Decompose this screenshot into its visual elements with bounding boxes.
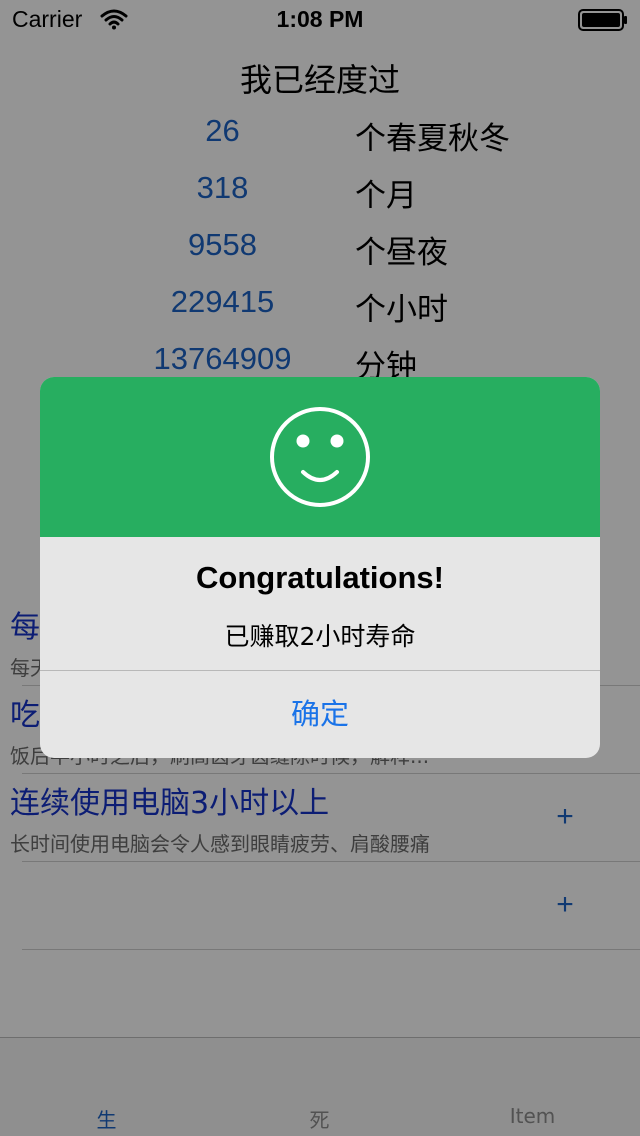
alert-message: 已赚取2小时寿命 <box>224 622 416 651</box>
congratulations-alert: Congratulations! 已赚取2小时寿命 确定 <box>40 377 600 758</box>
confirm-button[interactable]: 确定 <box>40 671 600 758</box>
smile-icon <box>270 407 370 507</box>
alert-title: Congratulations! <box>196 560 444 595</box>
alert-header <box>40 377 600 537</box>
